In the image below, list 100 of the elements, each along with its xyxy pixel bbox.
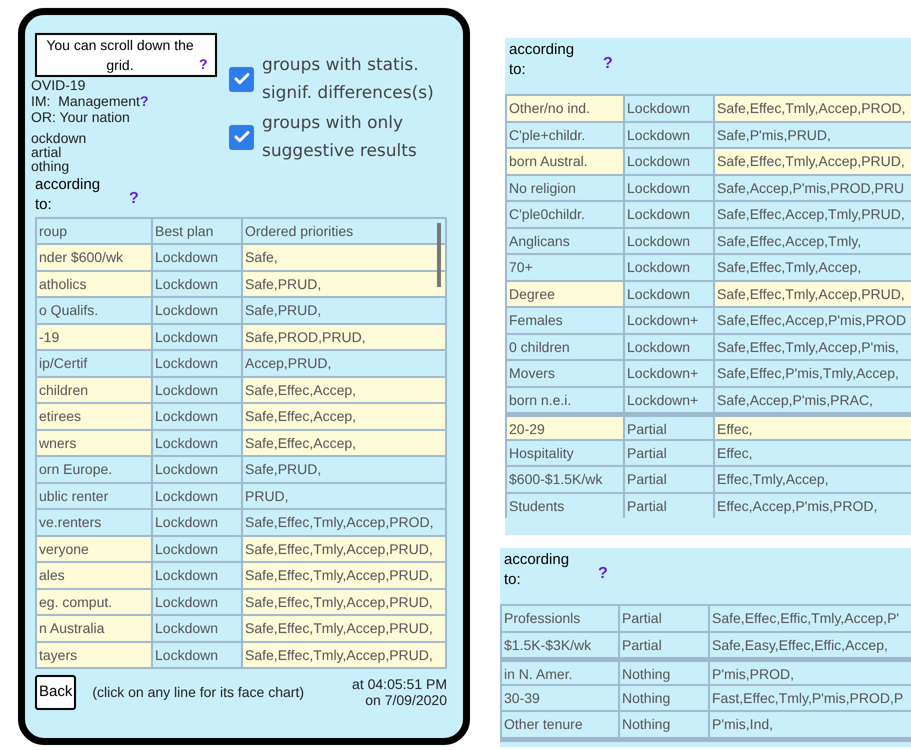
table-row[interactable]: C'ple+childr. Lockdown Safe,P'mis,PRUD,	[507, 120, 911, 147]
table-row[interactable]: eg. comput. Lockdown Safe,Effec,Tmly,Accep,PRUD,	[37, 588, 445, 614]
table-cell: Lockdown	[153, 404, 243, 428]
table-row[interactable]: veryone Lockdown Safe,Effec,Tmly,Accep,PRUD,	[37, 534, 445, 561]
table-cell: C'ple0childr.	[507, 202, 625, 226]
table-cell: Safe,Effec,Tmly,Accep,PRUD,	[243, 536, 445, 561]
table-row[interactable]: $600-$1.5K/wk Partial Effec,Tmly,Accep,	[507, 465, 911, 492]
table-row[interactable]: $1.5K-$3K/wk Partial Safe,Easy,Effec,Effic,Accep,	[502, 630, 911, 657]
hint-text: (click on any line for its face chart)	[92, 682, 304, 702]
table-cell: Partial	[625, 440, 715, 465]
table-row[interactable]: Students Partial Effec,Accep,P'mis,PROD,	[507, 492, 911, 518]
table-row[interactable]: 0 children Lockdown Safe,Effec,Tmly,Accep,P'mis,	[507, 332, 911, 359]
table-row[interactable]: No religion Lockdown Safe,Accep,P'mis,PROD,PRU	[507, 174, 911, 200]
table-cell: Lockdown	[153, 484, 243, 508]
table-cell: Lockdown	[153, 590, 243, 614]
help-link[interactable]: ?	[140, 93, 148, 109]
table-row[interactable]: Professionls Partial Safe,Effec,Effic,Tmly,Accep,P'	[502, 604, 911, 630]
table-row[interactable]: ip/Certif Lockdown Accep,PRUD,	[37, 349, 445, 376]
table-row[interactable]: children Lockdown Safe,Effec,Accep,	[37, 376, 445, 402]
checkbox[interactable]	[229, 66, 254, 92]
table-cell: Anglicans	[507, 228, 625, 253]
table-cell: -19	[37, 324, 153, 349]
table-row[interactable]: 70+ Lockdown Safe,Effec,Tmly,Accep,	[507, 253, 911, 280]
help-link[interactable]: ?	[129, 190, 139, 207]
table-row[interactable]: n Australia Lockdown Safe,Effec,Tmly,Accep,PRUD,	[37, 614, 445, 640]
table-cell: Lockdown	[153, 324, 243, 349]
column-header[interactable]: roup	[37, 219, 153, 243]
table-row[interactable]: orn Europe. Lockdown Safe,PRUD,	[37, 455, 445, 482]
according-to-label: according to:	[509, 40, 576, 80]
table-cell: Lockdown	[153, 642, 243, 667]
table-cell: wners	[37, 430, 153, 455]
table-row[interactable]: Anglicans Lockdown Safe,Effec,Accep,Tmly,	[507, 226, 911, 253]
table-row[interactable]: born n.e.i. Lockdown+ Safe,Accep,P'mis,PRAC,	[507, 386, 911, 412]
table-cell: etirees	[37, 404, 153, 428]
table-row[interactable]: Degree Lockdown Safe,Effec,Tmly,Accep,PRUD,	[507, 280, 911, 306]
table-cell: Safe,PROD,PRUD,	[243, 324, 445, 349]
help-link[interactable]: ?	[199, 56, 208, 72]
table-cell: n Australia	[37, 616, 153, 640]
info-text: OR: Your nation	[31, 109, 130, 125]
table-row[interactable]: atholics Lockdown Safe,PRUD,	[37, 270, 445, 296]
table-cell: Females	[507, 308, 625, 332]
info-text: IM: Management	[31, 93, 140, 109]
table-row[interactable]: ublic renter Lockdown PRUD,	[37, 482, 445, 508]
table-cell: tayers	[37, 642, 153, 667]
help-link[interactable]: ?	[598, 565, 608, 582]
plan-legend-text: artial	[31, 145, 62, 159]
table-cell: 20-29	[507, 417, 625, 438]
table-row[interactable]: in N. Amer. Nothing P'mis,PROD,	[502, 657, 911, 684]
table-cell: Lockdown+	[625, 361, 715, 386]
table-cell: orn Europe.	[37, 457, 153, 482]
table-cell: born n.e.i.	[507, 388, 625, 412]
table-row[interactable]: C'ple0childr. Lockdown Safe,Effec,Accep,Tmly,PRUD,	[507, 200, 911, 226]
table-cell: $600-$1.5K/wk	[507, 467, 625, 492]
table-cell: Lockdown	[625, 96, 715, 120]
table-cell: Other tenure	[502, 712, 620, 736]
table-row[interactable]: Females Lockdown+ Safe,Effec,Accep,P'mis,PROD	[507, 306, 911, 332]
table-cell: Hospitality	[507, 440, 625, 465]
table-row[interactable]: ve.renters Lockdown Safe,Effec,Tmly,Accep,PROD,	[37, 508, 445, 534]
plan-legend-text: ockdown	[31, 131, 88, 145]
column-header[interactable]: Best plan	[153, 219, 243, 243]
table-cell: Lockdown	[625, 176, 715, 200]
table-row[interactable]: tayers Lockdown Safe,Effec,Tmly,Accep,PRUD,	[37, 640, 445, 667]
according-to-label: according to:	[504, 550, 570, 590]
table-cell: Lockdown	[625, 255, 715, 280]
table-row[interactable]: born Austral. Lockdown Safe,Effec,Tmly,Accep,PRUD,	[507, 147, 911, 174]
table-row[interactable]: o Qualifs. Lockdown Safe,PRUD,	[37, 296, 445, 322]
table-cell: eg. comput.	[37, 590, 153, 614]
table-cell: Nothing	[620, 712, 710, 736]
table-cell: Lockdown	[625, 122, 715, 147]
table-cell: Safe,Effec,Tmly,Accep,PRUD,	[243, 642, 445, 667]
table-row[interactable]: Hospitality Partial Effec,	[507, 438, 911, 465]
table-row[interactable]: nder $600/wk Lockdown Safe,	[37, 243, 445, 270]
table-cell: born Austral.	[507, 149, 625, 174]
table-cell: Safe,Effec,Tmly,Accep,PRUD,	[715, 282, 911, 306]
info-text: OVID-19	[31, 77, 86, 93]
table-cell: Lockdown	[153, 298, 243, 322]
table-cell: Lockdown	[153, 457, 243, 482]
table-row[interactable]: Movers Lockdown+ Safe,Effec,P'mis,Tmly,Accep,	[507, 359, 911, 386]
table-row[interactable]: 30-39 Nothing Fast,Effec,Tmly,P'mis,PROD,P	[502, 684, 911, 710]
checkbox[interactable]	[229, 124, 254, 150]
table-cell: Safe,PRUD,	[243, 272, 445, 296]
table-row[interactable]: 20-29 Partial Effec,	[507, 412, 911, 438]
table-cell: Partial	[625, 494, 715, 518]
back-button[interactable]: Back	[35, 675, 76, 710]
table-cell: Lockdown	[625, 149, 715, 174]
table-row[interactable]: etirees Lockdown Safe,Effec,Accep,	[37, 402, 445, 428]
table-cell: Nothing	[620, 662, 710, 684]
table-row[interactable]: Other/no ind. Lockdown Safe,Effec,Tmly,Accep,PROD,	[507, 94, 911, 120]
help-link[interactable]: ?	[603, 55, 613, 72]
table-cell: $1.5K-$3K/wk	[502, 632, 620, 657]
table-row[interactable]: Other tenure Nothing P'mis,Ind,	[502, 710, 911, 736]
table-cell: 30-39	[502, 686, 620, 710]
table-row[interactable]: -19 Lockdown Safe,PROD,PRUD,	[37, 322, 445, 349]
table-row[interactable]: ales Lockdown Safe,Effec,Tmly,Accep,PRUD,	[37, 561, 445, 588]
table-cell: Safe,Effec,Tmly,Accep,PRUD,	[243, 616, 445, 640]
table-cell: Safe,Effec,Accep,	[243, 430, 445, 455]
table-row[interactable]: wners Lockdown Safe,Effec,Accep,	[37, 428, 445, 455]
checkbox-label: groups with only suggestive results	[262, 112, 418, 163]
scrollbar-thumb[interactable]	[437, 223, 441, 287]
table-cell: Safe,Effec,Tmly,Accep,PRUD,	[715, 149, 911, 174]
